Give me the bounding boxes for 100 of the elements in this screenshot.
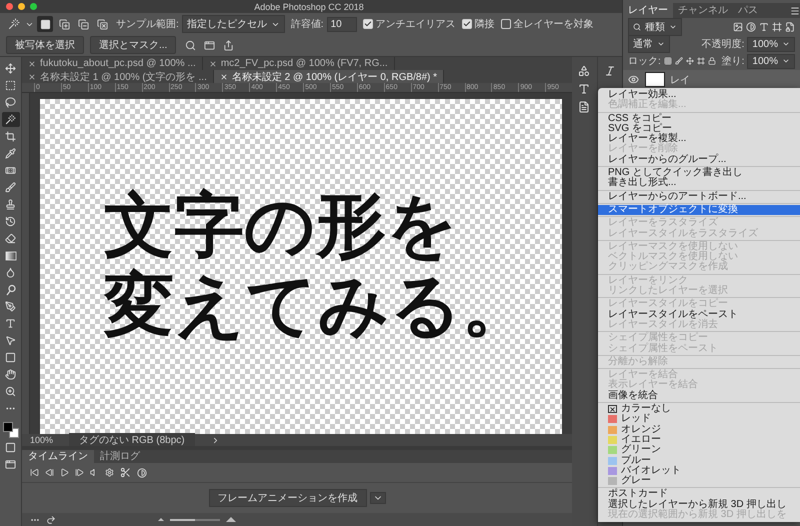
menu-item-label: バイオレット — [621, 466, 681, 476]
menu-item[interactable]: ポストカード — [598, 489, 800, 500]
filter-select[interactable]: 種類 — [628, 18, 682, 36]
dodge-icon — [4, 284, 16, 296]
window-icon — [204, 40, 215, 50]
intersect-squares-icon — [96, 18, 108, 30]
menu-item[interactable]: カラーなし — [598, 404, 800, 414]
close-button[interactable] — [6, 3, 13, 10]
scissors-icon — [120, 467, 131, 478]
menu-item[interactable]: レイヤー効果... — [598, 90, 800, 100]
menu-item[interactable]: イエロー — [598, 434, 800, 446]
lock-icon — [708, 56, 716, 66]
layer-row[interactable]: レイ — [623, 70, 800, 89]
checkbox[interactable] — [500, 19, 511, 29]
dropdown-button[interactable] — [370, 492, 386, 504]
checkbox-label: アンチエイリアス — [376, 18, 456, 31]
option-button[interactable]: 選択とマスク... — [90, 36, 176, 54]
screen-icon — [5, 459, 16, 470]
panel-tab[interactable]: レイヤー — [623, 3, 673, 18]
menu-item-label: ブルー — [621, 456, 651, 466]
close-icon — [28, 60, 36, 68]
menu-item[interactable]: レイヤーを複製... — [598, 134, 800, 144]
menu-item[interactable]: レッド — [598, 414, 800, 425]
create-animation-button[interactable]: フレームアニメーションを作成 — [208, 489, 366, 507]
add-squares-icon — [58, 18, 70, 30]
minimize-button[interactable] — [18, 3, 25, 10]
check-icon — [462, 20, 471, 28]
lock-label: ロック: — [628, 55, 661, 68]
brush-icon — [674, 56, 683, 66]
menu-item[interactable]: グリーン — [598, 445, 800, 456]
menu-item[interactable]: レイヤースタイルをペースト — [598, 310, 800, 320]
sample-label: サンプル範囲: — [116, 18, 179, 31]
caret-icon — [669, 23, 677, 31]
menu-item[interactable]: CSS をコピー — [598, 114, 800, 124]
tolerance-label: 許容値: — [290, 18, 324, 31]
new-selection-button[interactable] — [37, 16, 53, 32]
grid-icon — [664, 56, 672, 66]
mask-icon — [5, 442, 16, 453]
gradient-icon — [4, 250, 16, 262]
close-icon — [208, 60, 217, 68]
close-icon — [28, 72, 36, 80]
menu-item-label: レッド — [621, 414, 651, 425]
crop-icon — [5, 131, 16, 142]
caret-icon — [782, 57, 790, 65]
large-mountain-icon — [226, 517, 236, 522]
menu-item[interactable]: オレンジ — [598, 424, 800, 435]
no-color-icon — [608, 405, 617, 414]
menu-item[interactable]: 画像を統合 — [598, 390, 800, 402]
checkbox[interactable] — [462, 19, 472, 29]
step-forward-icon — [75, 468, 84, 477]
menu-item[interactable]: 書き出し形式... — [598, 178, 800, 189]
marquee-icon — [5, 80, 16, 91]
color-swatches[interactable] — [2, 422, 18, 438]
layer-thumbnail — [645, 72, 665, 87]
text-icon — [5, 318, 16, 329]
zoom-level: 100% — [30, 435, 54, 445]
brush-icon — [5, 182, 16, 193]
zoom-button[interactable] — [30, 3, 37, 10]
color-profile: タグのない RGB (8bpc) — [69, 433, 195, 447]
frame-icon — [696, 56, 705, 66]
pointer-icon — [5, 335, 16, 346]
fill-field[interactable]: 100% — [747, 54, 795, 68]
stamp-icon — [5, 199, 16, 210]
menu-item-label: グレー — [621, 476, 651, 486]
opacity-label: 不透明度: — [702, 38, 744, 51]
droplet-icon — [5, 267, 16, 278]
magic-wand-icon — [8, 18, 20, 30]
panel-tab[interactable]: タイムライン — [22, 450, 94, 463]
settings-icon — [105, 468, 114, 477]
text-icon — [759, 22, 769, 32]
menu-item[interactable]: グレー — [598, 476, 800, 486]
eyedropper-icon — [5, 148, 16, 159]
eye-icon — [628, 74, 639, 85]
small-mountain-icon — [158, 518, 164, 521]
menu-item[interactable]: スマートオブジェクトに変換 — [598, 204, 800, 216]
menu-item[interactable]: バイオレット — [598, 466, 800, 476]
checkbox[interactable] — [362, 19, 373, 29]
pen-icon — [5, 301, 16, 312]
zoom-icon — [5, 386, 16, 397]
window-title: Adobe Photoshop CC 2018 — [253, 2, 365, 12]
bandage-icon — [5, 165, 16, 176]
canvas-text: 変えてみる。 — [104, 266, 532, 346]
tool-preset-button[interactable] — [6, 16, 22, 32]
square-icon — [40, 18, 50, 30]
blend-mode-select[interactable]: 通常 — [628, 35, 670, 53]
menu-item[interactable]: ブルー — [598, 456, 800, 466]
menu-item-label: カラーなし — [621, 404, 671, 414]
caret-icon — [782, 40, 790, 48]
magic-wand-tool-button[interactable] — [2, 112, 20, 127]
menu-item[interactable]: レイヤーからのアートボード... — [598, 192, 800, 202]
menu-item[interactable]: レイヤーからのグループ... — [598, 154, 800, 166]
sample-select[interactable]: 指定したピクセル — [182, 15, 285, 33]
tolerance-field[interactable]: 10 — [326, 16, 357, 32]
option-button[interactable]: 被写体を選択 — [6, 36, 84, 54]
document-tab[interactable]: 名称未設定 2 @ 100% (レイヤー 0, RGB/8#) * — [214, 70, 444, 83]
image-icon — [733, 22, 743, 32]
opacity-field[interactable]: 100% — [747, 36, 795, 52]
redo-arrow-icon — [46, 514, 56, 524]
share-icon — [222, 40, 234, 50]
menu-item[interactable]: 選択したレイヤーから新規 3D 押し出し — [598, 500, 800, 510]
